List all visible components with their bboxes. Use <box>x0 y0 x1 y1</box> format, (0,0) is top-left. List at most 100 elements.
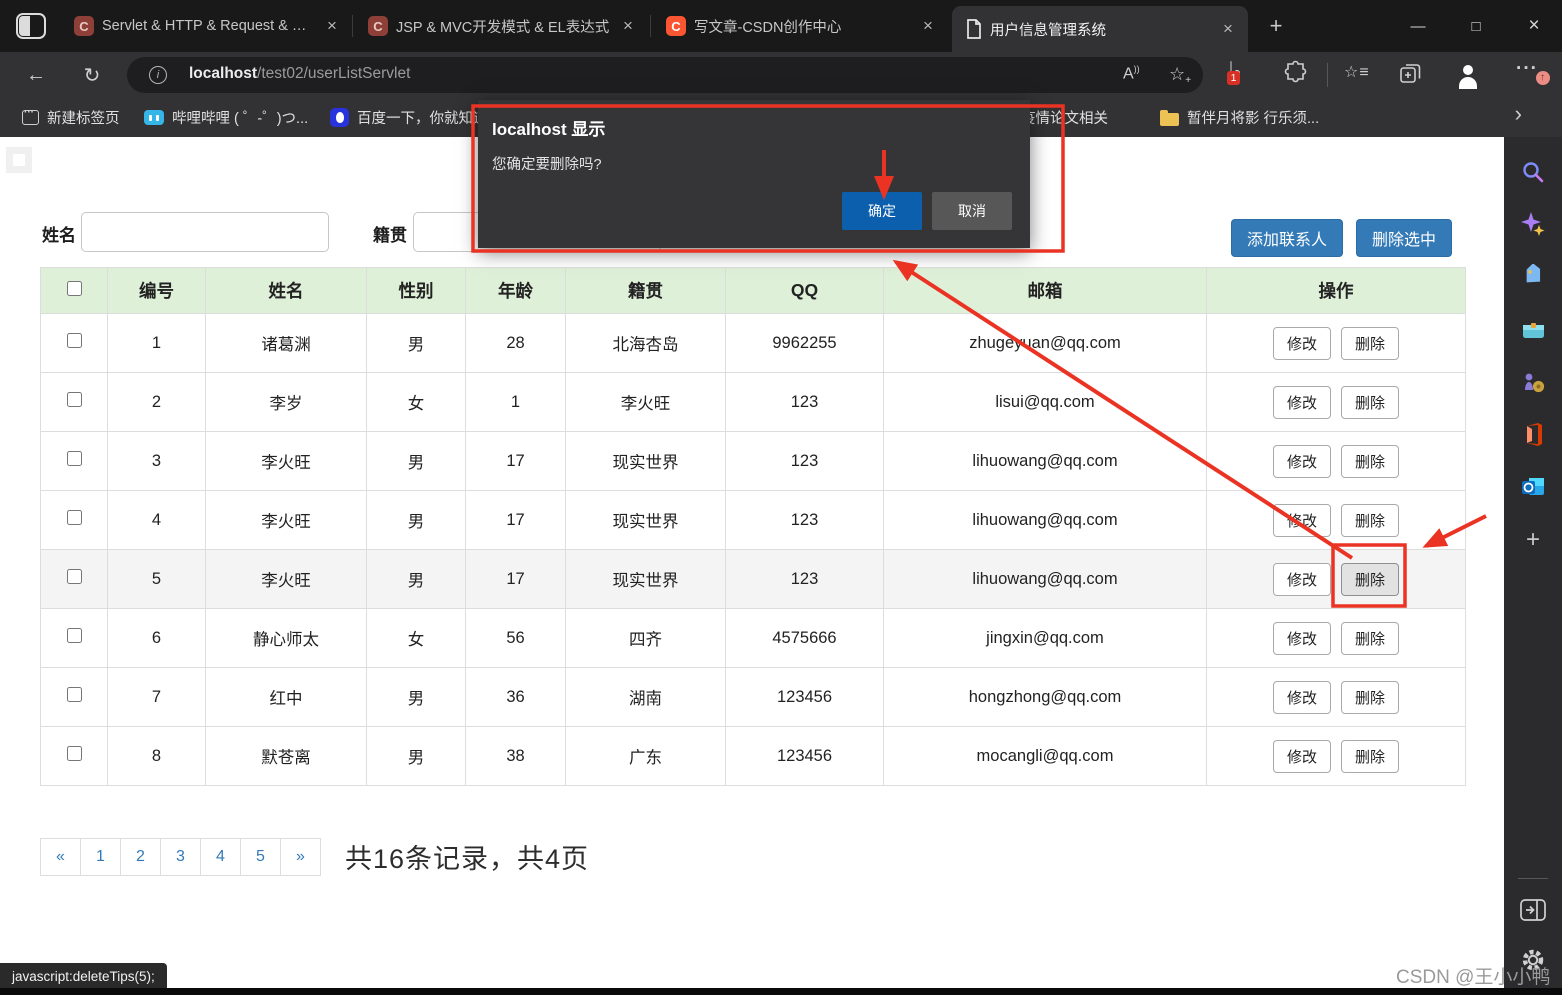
page-item[interactable]: 3 <box>160 838 201 876</box>
toolbox-icon[interactable] <box>1520 316 1546 342</box>
dialog-confirm-button[interactable]: 确定 <box>842 192 922 230</box>
bookmark-bilibili[interactable]: 哔哩哔哩 ( ゜-゜)つ... <box>136 104 316 131</box>
name-filter-input[interactable] <box>81 212 329 252</box>
row-checkbox-cell <box>41 491 108 550</box>
cell-id: 6 <box>108 609 206 668</box>
delete-selected-button[interactable]: 删除选中 <box>1356 219 1452 257</box>
cell-email: hongzhong@qq.com <box>884 668 1207 727</box>
user-table: 编号 姓名 性别 年龄 籍贯 QQ 邮箱 操作 1诸葛渊男28北海杏岛99622… <box>40 267 1466 786</box>
favorites-list-icon[interactable]: ☆≡ <box>1344 62 1370 82</box>
back-icon[interactable]: ← <box>21 60 51 90</box>
tab-close-icon[interactable]: × <box>618 16 638 36</box>
search-icon[interactable] <box>1520 159 1546 185</box>
dialog-message: 您确定要删除吗? <box>492 153 602 174</box>
close-window-button[interactable]: × <box>1510 0 1558 52</box>
address-bar[interactable]: i localhost/test02/userListServlet A)) ☆ <box>127 57 1203 93</box>
browser-tab-active[interactable]: 用户信息管理系统 × <box>952 6 1248 52</box>
collections-icon[interactable] <box>1398 61 1423 91</box>
browser-tab-1[interactable]: C Servlet & HTTP & Request & Res × <box>60 0 352 52</box>
url-text: localhost/test02/userListServlet <box>189 65 410 83</box>
row-checkbox[interactable] <box>67 451 82 466</box>
site-info-icon[interactable]: i <box>149 66 167 84</box>
header-qq: QQ <box>726 268 884 314</box>
edit-button[interactable]: 修改 <box>1273 327 1331 360</box>
row-checkbox[interactable] <box>67 569 82 584</box>
row-checkbox[interactable] <box>67 628 82 643</box>
browser-tab-3[interactable]: C 写文章-CSDN创作中心 × <box>652 0 948 52</box>
edit-button[interactable]: 修改 <box>1273 740 1331 773</box>
table-row: 2李岁女1李火旺123lisui@qq.com修改删除 <box>41 373 1466 432</box>
bookmarks-overflow-icon[interactable]: › <box>1515 101 1522 127</box>
page-item[interactable]: 4 <box>200 838 241 876</box>
delete-button[interactable]: 删除 <box>1341 681 1399 714</box>
tab-title: 写文章-CSDN创作中心 <box>694 16 910 37</box>
tab-separator <box>352 15 353 37</box>
delete-button[interactable]: 删除 <box>1341 327 1399 360</box>
row-operations-cell: 修改删除 <box>1207 668 1466 727</box>
row-checkbox[interactable] <box>67 392 82 407</box>
csdn-favicon-icon: C <box>74 16 94 36</box>
copilot-icon[interactable] <box>1520 211 1546 237</box>
dialog-cancel-button[interactable]: 取消 <box>932 192 1012 230</box>
row-operations-cell: 修改删除 <box>1207 432 1466 491</box>
games-icon[interactable] <box>1520 369 1546 395</box>
baidu-icon <box>330 108 349 127</box>
delete-button[interactable]: 删除 <box>1341 445 1399 478</box>
cell-email: mocangli@qq.com <box>884 727 1207 786</box>
sidebar-add-icon[interactable]: + <box>1520 527 1546 553</box>
puzzle-extensions-icon[interactable] <box>1284 60 1308 89</box>
maximize-button[interactable]: □ <box>1452 0 1500 52</box>
workspace-icon[interactable] <box>16 13 46 39</box>
document-favicon-icon <box>966 19 982 39</box>
row-operations-cell: 修改删除 <box>1207 550 1466 609</box>
bookmark-folder[interactable]: 暂伴月将影 行乐须... <box>1152 104 1327 131</box>
row-operations-cell: 修改删除 <box>1207 491 1466 550</box>
select-all-checkbox[interactable] <box>67 281 82 296</box>
tab-close-icon[interactable]: × <box>918 16 938 36</box>
row-checkbox[interactable] <box>67 333 82 348</box>
new-tab-button[interactable]: + <box>1262 12 1290 40</box>
minimize-button[interactable]: — <box>1394 0 1442 52</box>
add-contact-button[interactable]: 添加联系人 <box>1231 219 1343 257</box>
row-checkbox[interactable] <box>67 687 82 702</box>
open-panel-icon[interactable] <box>1520 897 1546 923</box>
browser-tab-2[interactable]: C JSP & MVC开发模式 & EL表达式 × <box>354 0 648 52</box>
refresh-icon[interactable]: ↻ <box>77 60 107 90</box>
add-favorite-icon[interactable]: ☆ <box>1169 64 1185 84</box>
read-aloud-icon[interactable]: A)) <box>1123 64 1140 83</box>
row-checkbox[interactable] <box>67 746 82 761</box>
tab-close-icon[interactable]: × <box>1218 19 1238 39</box>
header-email: 邮箱 <box>884 268 1207 314</box>
new-tab-page-icon <box>22 110 39 125</box>
outlook-icon[interactable] <box>1520 473 1546 499</box>
delete-button[interactable]: 删除 <box>1341 504 1399 537</box>
tab-close-icon[interactable]: × <box>322 16 342 36</box>
edit-button[interactable]: 修改 <box>1273 386 1331 419</box>
delete-button[interactable]: 删除 <box>1341 386 1399 419</box>
delete-button[interactable]: 删除 <box>1341 622 1399 655</box>
bookmark-baidu[interactable]: 百度一下，你就知道 <box>322 104 496 131</box>
edit-button[interactable]: 修改 <box>1273 563 1331 596</box>
bookmark-new-tab-page[interactable]: 新建标签页 <box>14 104 128 131</box>
shopping-tag-icon[interactable] <box>1520 263 1546 289</box>
row-checkbox[interactable] <box>67 510 82 525</box>
edit-button[interactable]: 修改 <box>1273 504 1331 537</box>
row-checkbox-cell <box>41 668 108 727</box>
more-options-icon[interactable]: ···↑ <box>1516 58 1538 79</box>
cell-gender: 男 <box>367 491 466 550</box>
tab-title: Servlet & HTTP & Request & Res <box>102 18 314 34</box>
delete-button[interactable]: 删除 <box>1341 740 1399 773</box>
page-item[interactable]: 5 <box>240 838 281 876</box>
page-item[interactable]: « <box>40 838 81 876</box>
edit-button[interactable]: 修改 <box>1273 681 1331 714</box>
office-icon[interactable] <box>1520 421 1546 447</box>
edit-button[interactable]: 修改 <box>1273 445 1331 478</box>
delete-button[interactable]: 删除 <box>1341 563 1399 596</box>
page-item[interactable]: 1 <box>80 838 121 876</box>
extension-icon[interactable]: 1 <box>1230 62 1232 80</box>
page-item[interactable]: » <box>280 838 321 876</box>
page-item[interactable]: 2 <box>120 838 161 876</box>
edit-button[interactable]: 修改 <box>1273 622 1331 655</box>
tab-title: JSP & MVC开发模式 & EL表达式 <box>396 16 610 37</box>
cell-name: 李岁 <box>206 373 367 432</box>
